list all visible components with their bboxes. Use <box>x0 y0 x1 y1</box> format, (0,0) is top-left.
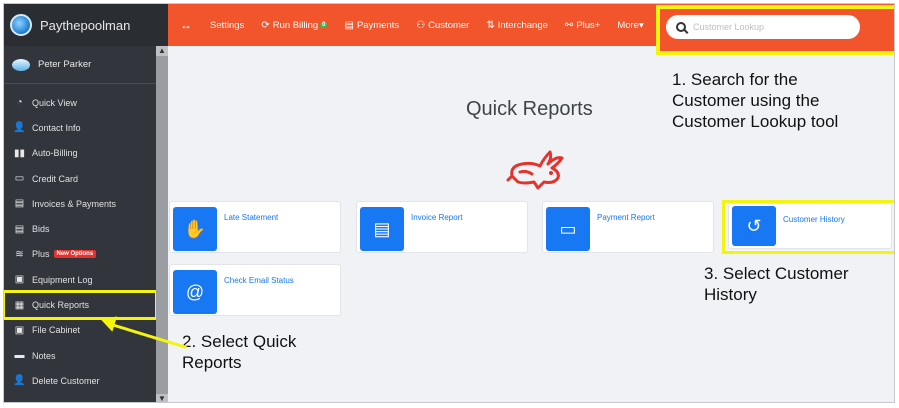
chevron-down-icon: ▾ <box>639 19 644 31</box>
scroll-down-icon[interactable]: ▼ <box>156 394 168 402</box>
sidebar-scrollbar[interactable]: ▲ ▼ <box>156 46 168 402</box>
sidebar-nav: ◔ Quick View 👤 Contact Info ▮▮ Auto-Bill… <box>4 90 158 394</box>
new-options-badge: New Options <box>53 250 97 259</box>
user-profile[interactable]: Peter Parker <box>4 46 158 84</box>
dashboard-icon: ◔ <box>16 97 23 109</box>
sidebar-item-label: Quick Reports <box>32 300 90 311</box>
nav-settings-label: Settings <box>210 19 245 31</box>
callout-step-2: 2. Select Quick Reports <box>182 331 296 373</box>
nav-customer[interactable]: ⚇ Customer <box>416 20 469 31</box>
rabbit-logo-icon <box>506 150 564 190</box>
user-name: Peter Parker <box>38 59 92 70</box>
billing-icon: ⟳ <box>261 19 270 31</box>
nav-customer-label: Customer <box>428 19 470 31</box>
nav-more[interactable]: More ▾ <box>617 20 643 31</box>
sidebar-item-credit-card[interactable]: ▭ Credit Card <box>4 166 156 191</box>
nav-payments-label: Payments <box>356 19 400 31</box>
callout-step-3: 3. Select Customer History <box>704 263 849 305</box>
report-card-label: Check Email Status <box>224 276 294 285</box>
sidebar-item-label: Quick View <box>32 97 77 108</box>
nav-settings[interactable]: Settings <box>210 20 244 31</box>
contact-icon: 👤 <box>13 122 26 134</box>
sidebar-item-equipment-log[interactable]: ▣ Equipment Log <box>4 267 156 292</box>
payments-icon: ▤ <box>344 19 354 31</box>
callout-line: Customer Lookup tool <box>672 112 839 131</box>
sidebar-item-label: Credit Card <box>32 173 79 184</box>
sidebar-item-label: Delete Customer <box>32 375 100 386</box>
auto-billing-icon: ▮▮ <box>13 147 25 159</box>
sidebar-item-notes[interactable]: ▬ Notes <box>4 343 156 368</box>
customer-icon: ⚇ <box>416 19 426 31</box>
sidebar-item-delete-customer[interactable]: 👤 Delete Customer <box>4 368 156 393</box>
credit-card-icon: ▭ <box>14 173 25 185</box>
report-icon: ▦ <box>14 299 25 311</box>
nav-run-billing-label: Run Billing <box>272 19 319 31</box>
sidebar-item-label: Invoices & Payments <box>32 198 117 209</box>
sidebar: Paythepoolman Peter Parker ◔ Quick View … <box>4 4 168 402</box>
nav-run-billing[interactable]: ⟳ Run Billing 0 <box>261 19 328 31</box>
check-icon: ▭ <box>546 207 590 251</box>
interchange-icon: ⇅ <box>486 19 495 31</box>
search-icon <box>676 22 686 32</box>
callout-line: 1. Search for the <box>672 70 798 89</box>
nav-interchange[interactable]: ⇅ Interchange <box>486 20 548 31</box>
page-title: Quick Reports <box>466 98 593 120</box>
run-billing-count-badge: 0 <box>320 22 328 28</box>
clipboard-icon: ▣ <box>14 274 25 286</box>
sidebar-item-label: Contact Info <box>32 122 81 133</box>
report-card-invoice-report[interactable]: ▤ Invoice Report <box>356 201 528 253</box>
report-card-check-email-status[interactable]: @ Check Email Status <box>169 264 341 316</box>
plus-icon: ⚯ <box>564 19 574 31</box>
nav-plus-label: Plus+ <box>576 19 601 31</box>
customer-lookup[interactable] <box>666 15 860 39</box>
brand[interactable]: Paythepoolman <box>4 4 168 46</box>
sidebar-item-label: Auto-Billing <box>32 148 78 159</box>
hand-icon: ✋ <box>173 207 217 251</box>
sidebar-item-bids[interactable]: ▤ Bids <box>4 216 156 241</box>
document-icon: ▤ <box>360 207 404 251</box>
sidebar-item-plus[interactable]: ≋ Plus New Options <box>4 242 156 267</box>
sidebar-item-contact-info[interactable]: 👤 Contact Info <box>4 115 156 140</box>
bids-icon: ▤ <box>14 223 25 235</box>
plus-waves-icon: ≋ <box>15 248 24 260</box>
report-card-label: Payment Report <box>597 213 655 222</box>
sidebar-item-auto-billing[interactable]: ▮▮ Auto-Billing <box>4 141 156 166</box>
user-avatar-icon <box>12 58 30 71</box>
nav-more-label: More <box>617 19 639 31</box>
app-window: Paythepoolman Peter Parker ◔ Quick View … <box>3 3 895 403</box>
callout-line: 3. Select Customer <box>704 264 849 283</box>
customer-lookup-input[interactable] <box>693 22 843 32</box>
report-card-payment-report[interactable]: ▭ Payment Report <box>542 201 714 253</box>
callout-line: 2. Select Quick <box>182 332 297 351</box>
report-card-label: Late Statement <box>224 213 279 222</box>
report-card-label: Invoice Report <box>411 213 463 222</box>
brand-name: Paythepoolman <box>40 17 131 33</box>
delete-user-icon: 👤 <box>13 375 26 387</box>
scroll-up-icon[interactable]: ▲ <box>156 46 168 56</box>
file-cabinet-icon: ▣ <box>14 324 25 336</box>
search-highlight <box>656 5 894 55</box>
callout-line: Customer using the <box>672 91 820 110</box>
notes-icon: ▬ <box>14 350 25 362</box>
sidebar-item-label: Plus <box>32 249 50 260</box>
toggle-sidebar-icon[interactable]: ↔ <box>180 18 192 32</box>
callout-step-1: 1. Search for the Customer using the Cus… <box>672 69 838 132</box>
sidebar-item-quick-view[interactable]: ◔ Quick View <box>4 90 156 115</box>
at-sign-icon: @ <box>173 270 217 314</box>
sidebar-item-label: Notes <box>32 350 56 361</box>
sidebar-item-invoices-payments[interactable]: ▤ Invoices & Payments <box>4 191 156 216</box>
report-card-late-statement[interactable]: ✋ Late Statement <box>169 201 341 253</box>
nav-plus[interactable]: ⚯ Plus+ <box>565 20 600 31</box>
sidebar-item-label: Bids <box>32 224 50 235</box>
customer-history-highlight <box>722 200 894 254</box>
nav-payments[interactable]: ▤ Payments <box>344 20 399 31</box>
sidebar-item-label: File Cabinet <box>32 325 81 336</box>
nav-interchange-label: Interchange <box>497 19 548 31</box>
callout-line: History <box>704 285 757 304</box>
sidebar-item-label: Equipment Log <box>32 274 93 285</box>
invoice-icon: ▤ <box>14 198 25 210</box>
callout-line: Reports <box>182 353 242 372</box>
brand-logo-icon <box>10 14 32 36</box>
sidebar-item-quick-reports[interactable]: ▦ Quick Reports <box>4 290 158 320</box>
